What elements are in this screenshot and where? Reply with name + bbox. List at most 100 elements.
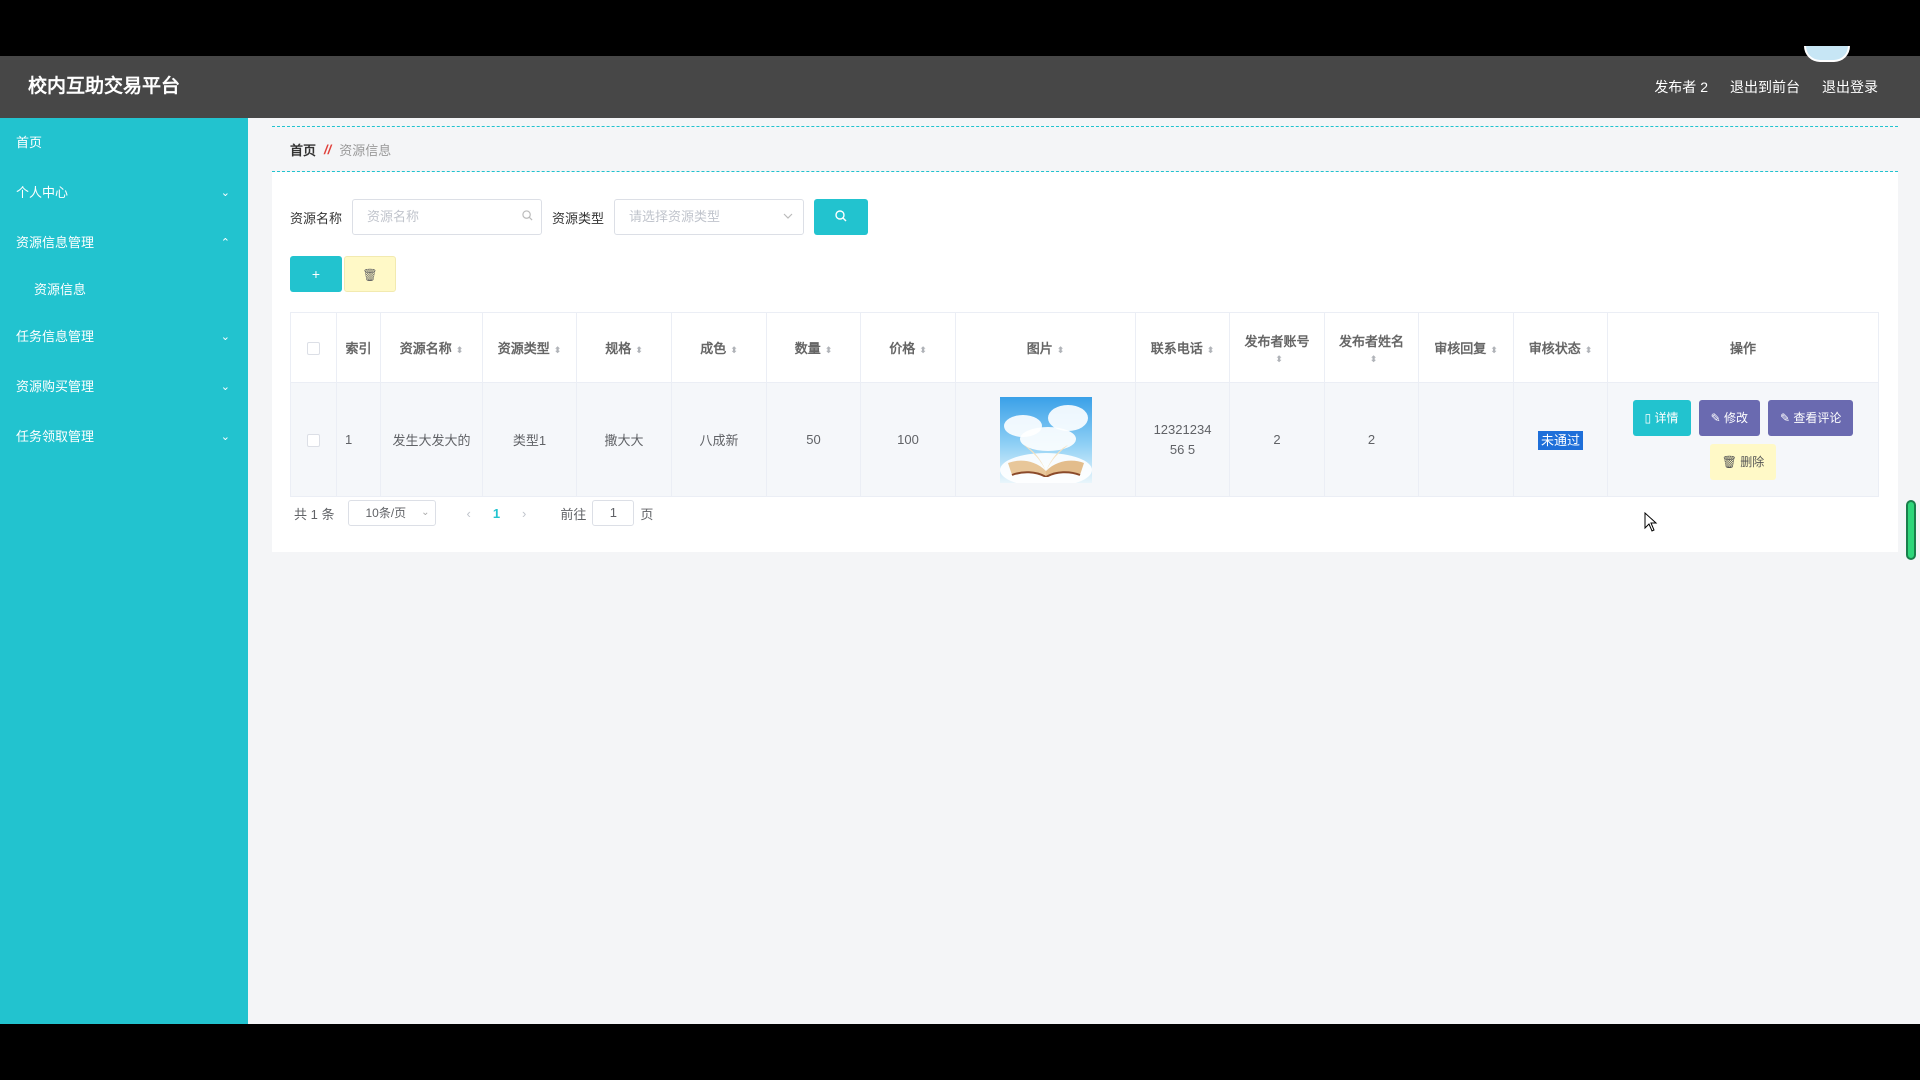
sort-icon[interactable]: ⬍ [1057, 345, 1065, 355]
sidebar-item-personal-center[interactable]: 个人中心 ⌄ [0, 168, 248, 218]
search-bar: 资源名称 资源名称 资源类型 请选择资源类型 [290, 199, 869, 235]
resource-name-input[interactable]: 资源名称 [352, 199, 543, 235]
breadcrumb-home[interactable]: 首页 [290, 140, 316, 159]
column-header[interactable]: 资源名称 ⬍ [380, 312, 483, 383]
trash-icon: 🗑 [1721, 454, 1741, 469]
cell-quantity: 50 [766, 382, 861, 497]
column-header[interactable]: 审核回复 ⬍ [1418, 312, 1514, 383]
cell-condition: 八成新 [671, 382, 767, 497]
cell-price: 100 [860, 382, 956, 497]
goto-label: 前往 [560, 506, 587, 522]
column-header[interactable]: 价格 ⬍ [860, 312, 956, 383]
user-label: 发布者 2 [1654, 79, 1708, 95]
breadcrumb-separator: // [324, 141, 332, 157]
row-checkbox[interactable] [307, 434, 320, 448]
type-filter-label: 资源类型 [552, 210, 605, 226]
cell-review-reply [1418, 382, 1514, 497]
column-header[interactable]: 成色 ⬍ [671, 312, 767, 383]
table-header-row: 索引 资源名称 ⬍ 资源类型 ⬍ 规格 ⬍ 成色 ⬍ 数量 ⬍ 价格 ⬍ 图片 ⬍ 联系电话 ⬍… [290, 312, 1879, 383]
edit-button[interactable]: ✎ 修改 [1698, 399, 1760, 436]
select-all-checkbox[interactable] [307, 342, 320, 356]
sort-icon[interactable]: ⬍ [1275, 354, 1283, 364]
page-suffix: 页 [640, 506, 654, 522]
column-header[interactable]: 发布者账号 ⬍ [1229, 312, 1325, 383]
next-page-icon[interactable]: › [522, 506, 526, 521]
breadcrumb-current: 资源信息 [339, 142, 392, 158]
search-icon [522, 200, 533, 234]
sidebar-item-purchase-management[interactable]: 资源购买管理 ⌄ [0, 362, 248, 412]
sidebar: 首页 个人中心 ⌄ 资源信息管理 ⌃ 资源信息 任务信息管理 ⌄ 资源购买管理 … [0, 118, 248, 1024]
chevron-down-icon: ⌄ [220, 187, 230, 199]
chevron-up-icon: ⌃ [220, 237, 230, 249]
page-size-select[interactable]: 10条/页 ⌄ [348, 500, 437, 526]
cell-name: 发生大发大的 [380, 382, 483, 497]
sidebar-item-home[interactable]: 首页 [0, 118, 248, 168]
cell-publisher-name: 2 [1324, 382, 1419, 497]
app-title: 校内互助交易平台 [28, 76, 181, 97]
sort-icon[interactable]: ⬍ [1490, 345, 1498, 355]
input-placeholder: 资源名称 [367, 209, 420, 224]
book-in-sky-image[interactable] [999, 396, 1092, 483]
chevron-down-icon: ⌄ [220, 431, 230, 443]
sort-icon[interactable]: ⬍ [1370, 354, 1378, 364]
sidebar-item-resource-management[interactable]: 资源信息管理 ⌃ [0, 218, 248, 268]
main-content: 首页 // 资源信息 资源名称 资源名称 资源类型 请选择资源类型 + 🗑 索引… [272, 126, 1898, 552]
sort-icon[interactable]: ⬍ [825, 345, 833, 355]
column-header: 索引 [336, 312, 381, 383]
column-header[interactable]: 联系电话 ⬍ [1135, 312, 1230, 383]
column-header[interactable]: 审核状态 ⬍ [1513, 312, 1608, 383]
sidebar-item-label: 个人中心 [16, 185, 69, 200]
logout-link[interactable]: 退出登录 [1822, 56, 1878, 118]
delete-button[interactable]: 🗑 删除 [1709, 443, 1777, 480]
app-window: 校内互助交易平台 发布者 2 退出到前台 退出登录 首页 个人中心 ⌄ 资源信息… [0, 46, 1920, 1024]
sort-icon[interactable]: ⬍ [1207, 345, 1215, 355]
sidebar-item-label: 资源购买管理 [16, 379, 95, 394]
row-actions: ▯ 详情 ✎ 修改 ✎ 查看评论 🗑 删除 [1623, 399, 1863, 480]
cell-image [955, 382, 1136, 497]
sidebar-item-label: 任务领取管理 [16, 429, 95, 444]
pencil-icon: ✎ [1710, 410, 1724, 425]
sort-icon[interactable]: ⬍ [919, 345, 927, 355]
column-header[interactable]: 图片 ⬍ [955, 312, 1136, 383]
select-all-header[interactable] [290, 312, 337, 383]
resource-table: 索引 资源名称 ⬍ 资源类型 ⬍ 规格 ⬍ 成色 ⬍ 数量 ⬍ 价格 ⬍ 图片 ⬍ 联系电话 ⬍… [290, 312, 1879, 497]
cell-operations: ▯ 详情 ✎ 修改 ✎ 查看评论 🗑 删除 [1607, 382, 1879, 497]
sidebar-subitem-resource-info[interactable]: 资源信息 [0, 268, 248, 312]
detail-button[interactable]: ▯ 详情 [1632, 399, 1691, 436]
letterbox-bottom [0, 1024, 1920, 1080]
resource-type-select[interactable]: 请选择资源类型 [614, 199, 805, 235]
sort-icon[interactable]: ⬍ [456, 345, 464, 355]
row-select-cell[interactable] [290, 382, 337, 497]
prev-page-icon[interactable]: ‹ [466, 506, 470, 521]
goto-page-input[interactable]: 1 [592, 500, 635, 526]
pagination: 共 1 条 10条/页 ⌄ ‹ 1 › 前往 1 页 [294, 500, 653, 526]
add-button[interactable]: + [290, 256, 342, 292]
column-header[interactable]: 数量 ⬍ [766, 312, 861, 383]
breadcrumb: 首页 // 资源信息 [272, 126, 1898, 172]
letterbox-top [0, 0, 1920, 56]
sort-icon[interactable]: ⬍ [1585, 345, 1593, 355]
scroll-handle[interactable] [1906, 500, 1916, 560]
sidebar-item-label: 首页 [16, 135, 43, 150]
search-button[interactable] [814, 199, 869, 235]
sort-icon[interactable]: ⬍ [730, 345, 738, 355]
column-header[interactable]: 发布者姓名 ⬍ [1324, 312, 1419, 383]
exit-to-front-link[interactable]: 退出到前台 [1730, 56, 1800, 118]
header-actions: 发布者 2 退出到前台 退出登录 [1654, 56, 1878, 118]
sidebar-item-task-management[interactable]: 任务信息管理 ⌄ [0, 312, 248, 362]
view-comments-button[interactable]: ✎ 查看评论 [1767, 399, 1854, 436]
cell-spec: 撒大大 [576, 382, 672, 497]
chevron-down-icon [783, 200, 793, 234]
sort-icon[interactable]: ⬍ [554, 345, 562, 355]
batch-delete-button[interactable]: 🗑 [344, 256, 396, 292]
cell-publisher-account: 2 [1229, 382, 1325, 497]
sidebar-item-label: 资源信息管理 [16, 235, 95, 250]
column-header[interactable]: 资源类型 ⬍ [482, 312, 577, 383]
table-row: 1 发生大发大的 类型1 撒大大 八成新 50 100 1232123456 5… [290, 382, 1879, 497]
cell-type: 类型1 [482, 382, 577, 497]
pencil-icon: ✎ [1779, 410, 1794, 425]
page-number[interactable]: 1 [493, 506, 500, 521]
sort-icon[interactable]: ⬍ [635, 345, 643, 355]
column-header[interactable]: 规格 ⬍ [576, 312, 672, 383]
sidebar-item-task-claim-management[interactable]: 任务领取管理 ⌄ [0, 412, 248, 462]
